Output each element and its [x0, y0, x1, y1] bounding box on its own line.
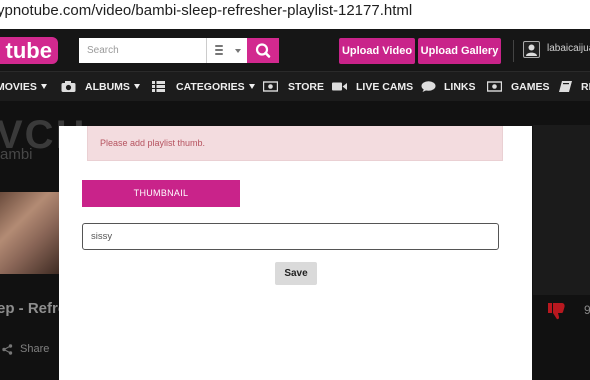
nav-item-links[interactable]: LINKS [444, 72, 476, 102]
nav-item-more[interactable]: RI [581, 72, 590, 102]
chevron-down-icon [235, 49, 241, 53]
search-input[interactable]: Search [79, 38, 206, 63]
nav-item-movies[interactable]: MOVIES [0, 72, 47, 102]
tags-input[interactable] [82, 223, 499, 250]
nav-item-label: STORE [288, 81, 324, 93]
thumbs-down-icon[interactable] [548, 303, 566, 320]
search-filter-dropdown[interactable] [206, 38, 247, 63]
error-alert: Please add playlist thumb. [87, 126, 503, 161]
nav-item-label: RI [581, 81, 590, 93]
nav-item-label: ALBUMS [85, 81, 130, 93]
camera-icon [61, 81, 76, 92]
nav-item-categories[interactable]: CATEGORIES [176, 72, 255, 102]
upload-video-button[interactable]: Upload Video [339, 38, 415, 64]
save-button[interactable]: Save [275, 262, 317, 285]
dislike-count: 9 [584, 303, 590, 317]
video-title: ep - Refre [0, 300, 67, 317]
chevron-down-icon [40, 84, 47, 89]
browser-url-bar[interactable]: ypnotube.com/video/bambi-sleep-refresher… [0, 0, 590, 30]
money-icon [487, 81, 502, 92]
search-button[interactable] [247, 38, 279, 63]
site-logo[interactable]: tube [0, 37, 58, 64]
money-icon [263, 81, 278, 92]
chevron-down-icon [133, 84, 140, 89]
upload-gallery-button[interactable]: Upload Gallery [418, 38, 501, 64]
video-thumbnail [0, 192, 60, 274]
nav-item-live-cams[interactable]: LIVE CAMS [356, 72, 413, 102]
nav-item-label: LIVE CAMS [356, 81, 414, 93]
share-label: Share [20, 343, 50, 355]
hero-banner-subtext: ambi [0, 146, 33, 163]
nav-item-albums[interactable]: ALBUMS [85, 72, 140, 102]
url-text: ypnotube.com/video/bambi-sleep-refresher… [0, 2, 413, 19]
playlist-edit-modal: Please add playlist thumb. THUMBNAIL Sav… [59, 126, 532, 380]
list-icon [152, 81, 165, 92]
book-icon [559, 81, 572, 92]
share-icon [2, 344, 13, 355]
nav-item-label: MOVIES [0, 81, 37, 93]
site-header: tube Search Upload Video Upload Gallery … [0, 29, 590, 71]
search-icon [255, 43, 271, 58]
user-icon [526, 44, 537, 56]
video-camera-icon [332, 82, 347, 91]
main-nav: MOVIES ALBUMS CATEGORIES STORE LIVE CAMS… [0, 71, 590, 102]
database-icon [215, 45, 223, 55]
header-divider [513, 40, 514, 62]
thumbnail-button[interactable]: THUMBNAIL [82, 180, 240, 207]
nav-item-store[interactable]: STORE [288, 72, 324, 102]
avatar [523, 41, 540, 58]
nav-item-label: GAMES [511, 81, 550, 93]
username: labaicaijua [547, 43, 590, 54]
user-menu[interactable]: labaicaijua [523, 41, 590, 61]
side-panel [533, 125, 590, 295]
chevron-down-icon [248, 84, 255, 89]
chat-bubble-icon [421, 81, 436, 92]
nav-item-label: CATEGORIES [176, 81, 245, 93]
nav-item-games[interactable]: GAMES [511, 72, 550, 102]
nav-item-label: LINKS [444, 81, 476, 93]
